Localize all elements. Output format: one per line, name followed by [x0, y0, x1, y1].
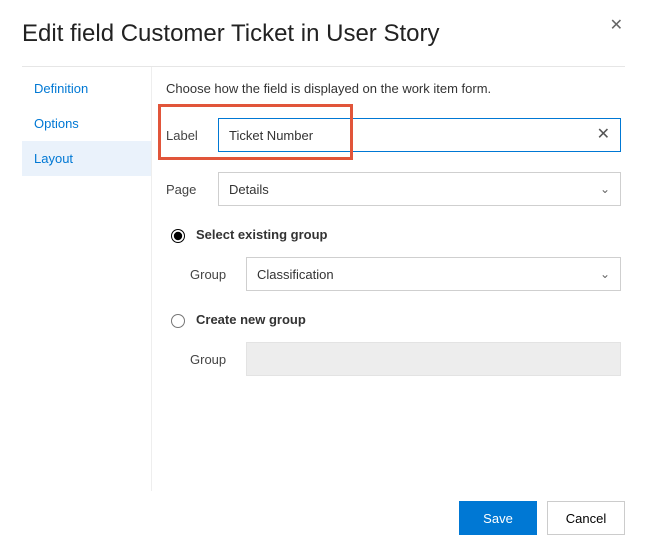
- dialog-title: Edit field Customer Ticket in User Story: [22, 20, 439, 48]
- tab-layout[interactable]: Layout: [22, 141, 151, 176]
- group-new-label: Group: [190, 352, 246, 367]
- clear-icon: ✕: [597, 126, 610, 143]
- label-input-wrapper[interactable]: ✕: [218, 118, 621, 152]
- create-group-radio-row: Create new group: [166, 311, 621, 328]
- tab-definition[interactable]: Definition: [22, 71, 151, 106]
- create-group-radio[interactable]: [171, 314, 185, 328]
- group-select[interactable]: Classification ⌄: [246, 257, 621, 291]
- close-button[interactable]: ✕: [608, 16, 625, 36]
- page-select-value: Details: [229, 182, 269, 197]
- dialog-footer: Save Cancel: [22, 491, 625, 535]
- label-field-label: Label: [166, 128, 218, 143]
- group-existing-label: Group: [190, 267, 246, 282]
- existing-group-radio-row: Select existing group: [166, 226, 621, 243]
- chevron-down-icon: ⌄: [600, 182, 610, 196]
- page-select[interactable]: Details ⌄: [218, 172, 621, 206]
- label-row: Label ✕: [166, 118, 621, 152]
- existing-group-label: Select existing group: [196, 227, 327, 242]
- close-icon: ✕: [610, 17, 623, 34]
- tab-list: Definition Options Layout: [22, 67, 152, 491]
- panel-description: Choose how the field is displayed on the…: [166, 81, 621, 96]
- cancel-button[interactable]: Cancel: [547, 501, 625, 535]
- existing-group-row: Group Classification ⌄: [166, 257, 621, 291]
- group-select-value: Classification: [257, 267, 334, 282]
- existing-group-radio[interactable]: [171, 229, 185, 243]
- page-row: Page Details ⌄: [166, 172, 621, 206]
- label-clear-button[interactable]: ✕: [595, 127, 612, 143]
- tab-options[interactable]: Options: [22, 106, 151, 141]
- layout-panel: Choose how the field is displayed on the…: [152, 67, 625, 491]
- label-input[interactable]: [227, 127, 595, 144]
- page-field-label: Page: [166, 182, 218, 197]
- group-new-input: [246, 342, 621, 376]
- save-button[interactable]: Save: [459, 501, 537, 535]
- create-group-label: Create new group: [196, 312, 306, 327]
- chevron-down-icon: ⌄: [600, 267, 610, 281]
- create-group-row: Group: [166, 342, 621, 376]
